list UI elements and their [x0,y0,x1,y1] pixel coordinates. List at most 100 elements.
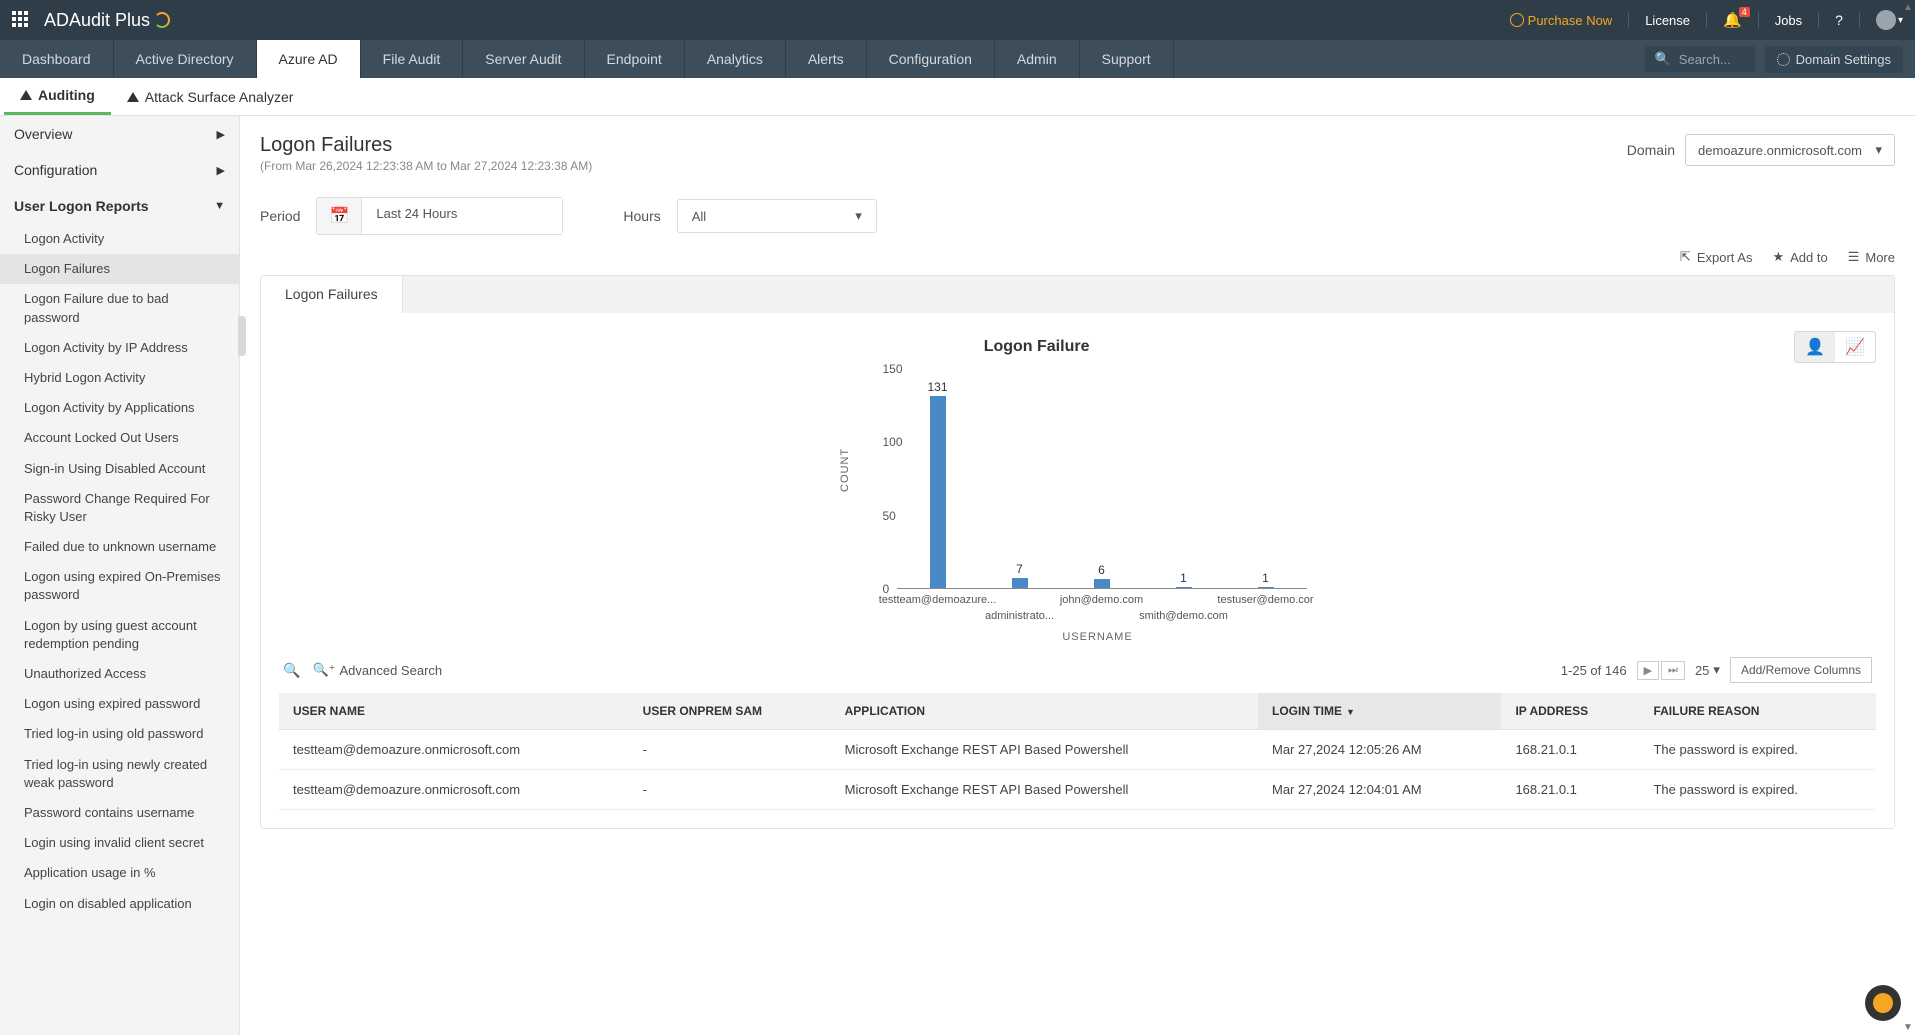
domain-select[interactable]: demoazure.onmicrosoft.com ▾ [1685,134,1895,166]
tab-dashboard[interactable]: Dashboard [0,40,114,78]
chart-bar[interactable]: 1 [1258,587,1274,588]
sidebar-item[interactable]: Tried log-in using old password [0,719,239,749]
chart-view-toggle: 👤 📈 [1794,331,1876,363]
sidebar-item[interactable]: Logon using expired On-Premises password [0,562,239,610]
chart-toggle-table[interactable]: 👤 [1795,332,1835,362]
sidebar-collapse-handle[interactable] [238,316,246,356]
domain-settings-button[interactable]: Domain Settings [1765,46,1903,73]
sidebar-item[interactable]: Application usage in % [0,858,239,888]
chart-bar[interactable]: 6 [1094,579,1110,588]
more-button[interactable]: ☰ More [1848,249,1895,265]
pager-next[interactable]: ▶ [1637,661,1659,680]
x-tick-label: testuser@demo.cor [1217,594,1313,606]
table-cell: The password is expired. [1639,770,1876,810]
export-as-button[interactable]: ⇱ Export As [1680,249,1753,265]
apps-grid-icon[interactable] [12,11,30,29]
chart-xlabel: USERNAME [889,631,1307,643]
chart-bar[interactable]: 7 [1012,578,1028,588]
chart-bar[interactable]: 1 [1176,587,1192,588]
table-search-button[interactable]: 🔍 [283,662,300,679]
bar-value-label: 6 [1098,563,1105,577]
page-subtitle: (From Mar 26,2024 12:23:38 AM to Mar 27,… [260,159,592,173]
tab-analytics[interactable]: Analytics [685,40,786,78]
jobs-link[interactable]: Jobs [1775,13,1802,28]
notifications-button[interactable]: 🔔 4 [1723,11,1742,29]
period-picker[interactable]: 📅 Last 24 Hours [316,197,563,235]
sidebar-item[interactable]: Logon Activity [0,224,239,254]
sidebar-configuration[interactable]: Configuration▶ [0,152,239,188]
chat-fab[interactable] [1865,985,1901,1021]
scroll-down-icon: ▼ [1901,1020,1915,1035]
table-row[interactable]: testteam@demoazure.onmicrosoft.com-Micro… [279,770,1876,810]
col-user-name[interactable]: USER NAME [279,693,629,730]
sidebar-item[interactable]: Logon using expired password [0,689,239,719]
avatar-icon [1876,10,1896,30]
brand-title: ADAudit Plus [44,10,170,31]
user-menu[interactable]: ▾ [1876,10,1903,30]
sidebar-item[interactable]: Login using invalid client secret [0,828,239,858]
sidebar-item[interactable]: Failed due to unknown username [0,532,239,562]
sidebar-overview[interactable]: Overview▶ [0,116,239,152]
global-search-input[interactable]: 🔍 Search... [1645,46,1755,72]
tab-azure-ad[interactable]: Azure AD [257,40,361,78]
brand-logo-icon [154,12,170,28]
subtab-asa[interactable]: Attack Surface Analyzer [111,78,310,115]
sidebar-item[interactable]: Logon Activity by Applications [0,393,239,423]
advanced-search-link[interactable]: 🔍⁺ Advanced Search [312,662,442,678]
scroll-up-icon: ▲ [1901,0,1915,15]
sidebar-item[interactable]: Account Locked Out Users [0,423,239,453]
tab-alerts[interactable]: Alerts [786,40,867,78]
table-cell: 168.21.0.1 [1501,770,1639,810]
tab-file-audit[interactable]: File Audit [361,40,464,78]
page-title: Logon Failures [260,134,592,157]
tab-configuration[interactable]: Configuration [867,40,995,78]
table-cell: Microsoft Exchange REST API Based Powers… [831,770,1258,810]
sidebar-item[interactable]: Unauthorized Access [0,659,239,689]
content-area: Logon Failures (From Mar 26,2024 12:23:3… [240,116,1915,1035]
col-login-time[interactable]: LOGIN TIME▼ [1258,693,1501,730]
license-link[interactable]: License [1645,13,1690,28]
col-ip-address[interactable]: IP ADDRESS [1501,693,1639,730]
panel-tab-logon-failures[interactable]: Logon Failures [261,276,403,313]
sidebar-item[interactable]: Tried log-in using newly created weak pa… [0,750,239,798]
tab-endpoint[interactable]: Endpoint [585,40,685,78]
help-icon[interactable]: ? [1835,12,1843,28]
sidebar-item[interactable]: Password Change Required For Risky User [0,484,239,532]
sidebar-item[interactable]: Logon Failures [0,254,239,284]
tab-server-audit[interactable]: Server Audit [463,40,584,78]
chevron-down-icon: ▾ [1875,142,1882,158]
sidebar-item[interactable]: Hybrid Logon Activity [0,363,239,393]
tab-support[interactable]: Support [1080,40,1174,78]
col-onprem-sam[interactable]: USER ONPREM SAM [629,693,831,730]
sort-desc-icon: ▼ [1346,707,1355,717]
pager-last[interactable]: ⏭ [1661,661,1685,680]
add-remove-columns-button[interactable]: Add/Remove Columns [1730,657,1872,683]
table-cell: testteam@demoazure.onmicrosoft.com [279,730,629,770]
subtab-auditing[interactable]: Auditing [4,78,111,115]
top-header: ADAudit Plus Purchase Now License 🔔 4 Jo… [0,0,1915,40]
chart-toggle-line[interactable]: 📈 [1835,332,1875,362]
col-application[interactable]: APPLICATION [831,693,1258,730]
tab-admin[interactable]: Admin [995,40,1080,78]
search-plus-icon: 🔍⁺ [312,662,335,678]
scrollbar[interactable]: ▲ ▼ [1901,0,1915,1035]
col-failure-reason[interactable]: FAILURE REASON [1639,693,1876,730]
table-cell: Mar 27,2024 12:05:26 AM [1258,730,1501,770]
sidebar-item[interactable]: Password contains username [0,798,239,828]
domain-label: Domain [1627,142,1675,158]
sidebar-item[interactable]: Sign-in Using Disabled Account [0,454,239,484]
table-row[interactable]: testteam@demoazure.onmicrosoft.com-Micro… [279,730,1876,770]
sidebar-section-user-logon[interactable]: User Logon Reports▼ [0,188,239,224]
sidebar-item[interactable]: Logon Failure due to bad password [0,284,239,332]
sidebar-item[interactable]: Login on disabled application [0,889,239,919]
chart-bar[interactable]: 131 [930,396,946,588]
add-to-button[interactable]: ★ Add to [1772,249,1827,265]
hours-select[interactable]: All ▾ [677,199,877,233]
sidebar-item[interactable]: Logon by using guest account redemption … [0,611,239,659]
x-tick-label: smith@demo.com [1139,610,1228,622]
purchase-now-link[interactable]: Purchase Now [1510,13,1613,28]
sidebar-item[interactable]: Logon Activity by IP Address [0,333,239,363]
x-tick-label: administrato... [985,610,1054,622]
tab-active-directory[interactable]: Active Directory [114,40,257,78]
page-size-select[interactable]: 25 ▾ [1695,662,1720,678]
